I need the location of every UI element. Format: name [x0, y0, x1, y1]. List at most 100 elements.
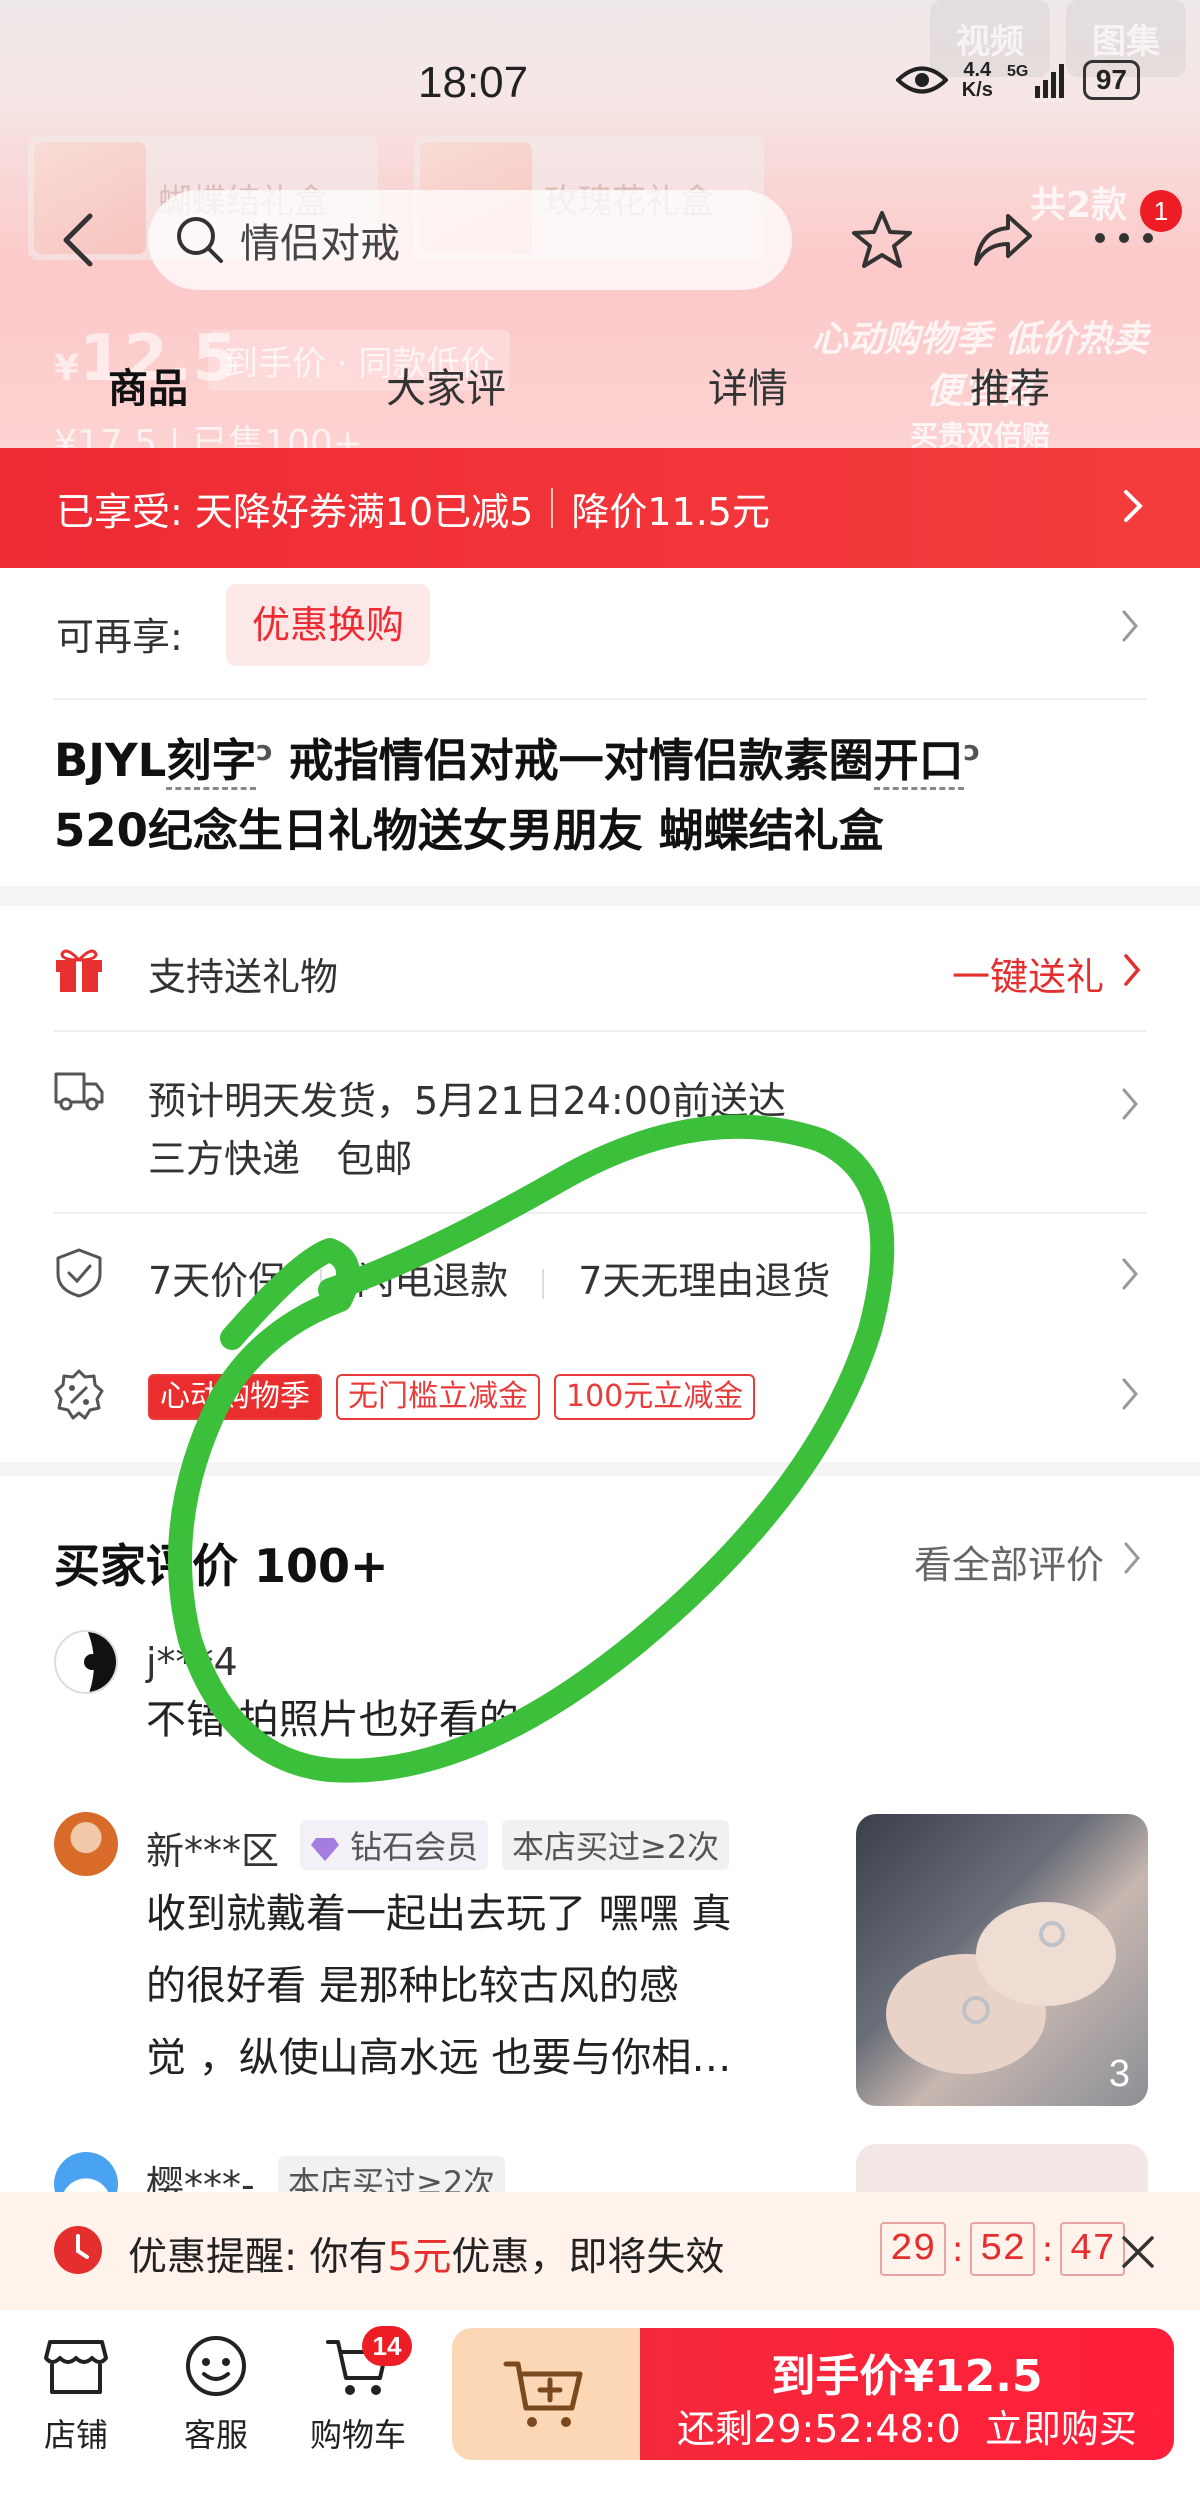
timer-hours: 29: [880, 2222, 946, 2276]
see-all-reviews-link[interactable]: 看全部评价: [914, 1534, 1104, 1589]
buy-now-button[interactable]: 到手价¥12.5 还剩29:52:48:0 立即购买: [640, 2328, 1174, 2460]
review-photo[interactable]: [856, 2144, 1148, 2196]
battery-indicator: 97: [1082, 60, 1140, 100]
add-cart-icon: [503, 2361, 583, 2427]
countdown-timer: 29: 52: 47: [880, 2222, 1126, 2276]
product-title-line2: 520纪念生日礼物送女男朋友 蝴蝶结礼盒: [54, 804, 884, 857]
search-text: 情侣对戒: [240, 221, 400, 267]
tab-recommend[interactable]: 推荐: [970, 356, 1050, 414]
one-click-gift-link[interactable]: 一键送礼: [952, 946, 1104, 1001]
back-icon[interactable]: [58, 212, 98, 268]
section-tabs: 商品 大家评 详情 推荐: [0, 356, 1200, 416]
bottom-action-bar: 店铺 客服 购物车 14 到手价¥12.5 还剩29:52:48:0 立即购买: [0, 2310, 1200, 2507]
guarantee-return: 7天无理由退货: [578, 1259, 831, 1303]
timer-minutes: 52: [969, 2222, 1036, 2276]
svg-text:5G: 5G: [1007, 63, 1028, 80]
signal-icon: 5G: [1007, 63, 1064, 98]
promo-tags: 心动购物季 无门槛立减金 100元立减金: [148, 1372, 769, 1420]
reviewer-name: j***4: [146, 1640, 238, 1684]
cart-count-badge: 14: [362, 2326, 412, 2366]
timer-seconds: 47: [1059, 2222, 1126, 2276]
discount-drop: 降价11.5元: [571, 489, 770, 534]
search-icon: [177, 217, 223, 263]
promo-tag: 100元立减金: [554, 1373, 756, 1420]
add-to-cart-button[interactable]: [452, 2328, 642, 2460]
reviews-card: 买家评价 100+ 看全部评价 j***4 不错 拍照片也好看的 新***区 钻…: [0, 1476, 1200, 2196]
store-icon: [44, 2340, 108, 2394]
net-speed: 4.4 K/s: [961, 59, 993, 101]
member-badge: 钻石会员: [300, 1820, 489, 1870]
product-header: 视频 图集 18:07 4.4 K/s 5G 97 蝴蝶结礼盒 玫瑰花礼盒 共2…: [0, 0, 1200, 450]
style-count: 共2款: [1030, 185, 1128, 226]
promo-row[interactable]: 心动购物季 无门槛立减金 100元立减金: [0, 1332, 1200, 1456]
reviews-title: 买家评价 100+: [54, 1539, 389, 1593]
chevron-right-icon[interactable]: [1120, 608, 1140, 644]
review-text: 不错 拍照片也好看的: [146, 1697, 519, 1743]
promo-tag: 无门槛立减金: [336, 1373, 540, 1420]
avatar[interactable]: [54, 2152, 118, 2196]
more-enjoy-label: 可再享:: [56, 615, 183, 659]
truck-icon: [54, 1072, 104, 1111]
discount-badge-icon: [54, 1369, 104, 1420]
shipping-row[interactable]: 预计明天发货，5月21日24:00前送达 三方快递 包邮: [0, 1032, 1200, 1204]
message-badge: 1: [1140, 190, 1182, 232]
exchange-pill[interactable]: 优惠换购: [226, 584, 431, 666]
tab-details[interactable]: 详情: [708, 356, 788, 414]
services-card: 支持送礼物 一键送礼 预计明天发货，5月21日24:00前送达 三方快递 包邮 …: [0, 906, 1200, 1462]
chevron-right-icon: [1124, 490, 1143, 522]
reviewer-name: 樱***-: [146, 2163, 255, 2196]
review-text: 收到就戴着一起出去玩了 嘿嘿 真 的很好看 是那种比较古风的感 觉 ，纵使山高水…: [146, 1891, 732, 2081]
close-icon[interactable]: [1120, 2234, 1156, 2270]
section-gap: [0, 1462, 1200, 1476]
favorite-star-icon[interactable]: [850, 208, 914, 272]
divider: [54, 698, 1146, 700]
buy-sub-label: 还剩29:52:48:0 立即购买: [677, 2407, 1137, 2451]
product-info-card: 可再享: 优惠换购 BJYL刻字ↄ 戒指情侣对戒一对情侣款素圈开口ↄ 520纪念…: [0, 568, 1200, 886]
shield-check-icon: [56, 1248, 102, 1298]
reminder-text: 优惠提醒: 你有5元优惠，即将失效: [128, 2235, 725, 2280]
coupon-reminder-bar[interactable]: 优惠提醒: 你有5元优惠，即将失效 29: 52: 47: [0, 2192, 1200, 2310]
avatar[interactable]: [54, 1630, 118, 1694]
buy-price-label: 到手价¥12.5: [771, 2351, 1043, 2402]
shop-button[interactable]: 店铺: [16, 2332, 136, 2456]
photo-count: 3: [1108, 2053, 1130, 2095]
shipping-method: 三方快递 包邮: [148, 1137, 413, 1181]
more-icon[interactable]: [1090, 226, 1158, 250]
discount-prefix: 已享受:: [56, 489, 183, 534]
promo-tag: 心动购物季: [148, 1373, 322, 1420]
repeat-buyer-tag: 本店买过≥2次: [502, 1820, 730, 1870]
section-gap: [0, 886, 1200, 906]
gift-label: 支持送礼物: [148, 955, 339, 999]
repeat-buyer-tag: 本店买过≥2次: [278, 2156, 506, 2196]
guarantee-price-protect: 7天价保: [148, 1259, 287, 1303]
clock-icon: [54, 2226, 102, 2274]
customer-service-button[interactable]: 客服: [156, 2332, 276, 2456]
ghost-old-price: ¥17.5 | 已售100+: [54, 423, 363, 450]
eye-icon: [895, 66, 948, 94]
share-icon[interactable]: [972, 208, 1034, 270]
chevron-right-icon: [1122, 1088, 1138, 1120]
chevron-right-icon: [1122, 1378, 1138, 1410]
status-time: 18:07: [418, 58, 529, 107]
hands-rings-image: [886, 1902, 1116, 2074]
discount-coupon: 天降好券满10已减5: [194, 489, 534, 534]
search-bar[interactable]: 情侣对戒: [148, 190, 792, 290]
tab-reviews[interactable]: 大家评: [386, 356, 506, 414]
gift-row[interactable]: 支持送礼物 一键送礼: [0, 906, 1200, 1030]
guarantee-fast-refund: 闪电退款: [356, 1259, 509, 1303]
product-title-line1: BJYL刻字ↄ 戒指情侣对戒一对情侣款素圈开口ↄ: [54, 724, 980, 790]
shipping-eta: 预计明天发货，5月21日24:00前送达: [148, 1079, 787, 1123]
gift-icon: [56, 949, 102, 992]
chevron-right-icon: [1122, 1258, 1138, 1290]
service-smile-icon: [186, 2336, 246, 2396]
diamond-icon: [311, 1838, 339, 1861]
avatar[interactable]: [54, 1812, 118, 1876]
guarantee-list: 7天价保 闪电退款 7天无理由退货: [148, 1250, 830, 1305]
chevron-right-icon: [1124, 1542, 1140, 1574]
status-icons: 4.4 K/s 5G 97: [895, 59, 1140, 101]
review-photo[interactable]: 3: [856, 1814, 1148, 2106]
discount-strip[interactable]: 已享受: 天降好券满10已减5 降价11.5元: [0, 448, 1200, 568]
tab-product[interactable]: 商品: [108, 356, 188, 414]
guarantee-row[interactable]: 7天价保 闪电退款 7天无理由退货: [0, 1212, 1200, 1332]
chevron-right-icon: [1124, 954, 1141, 986]
